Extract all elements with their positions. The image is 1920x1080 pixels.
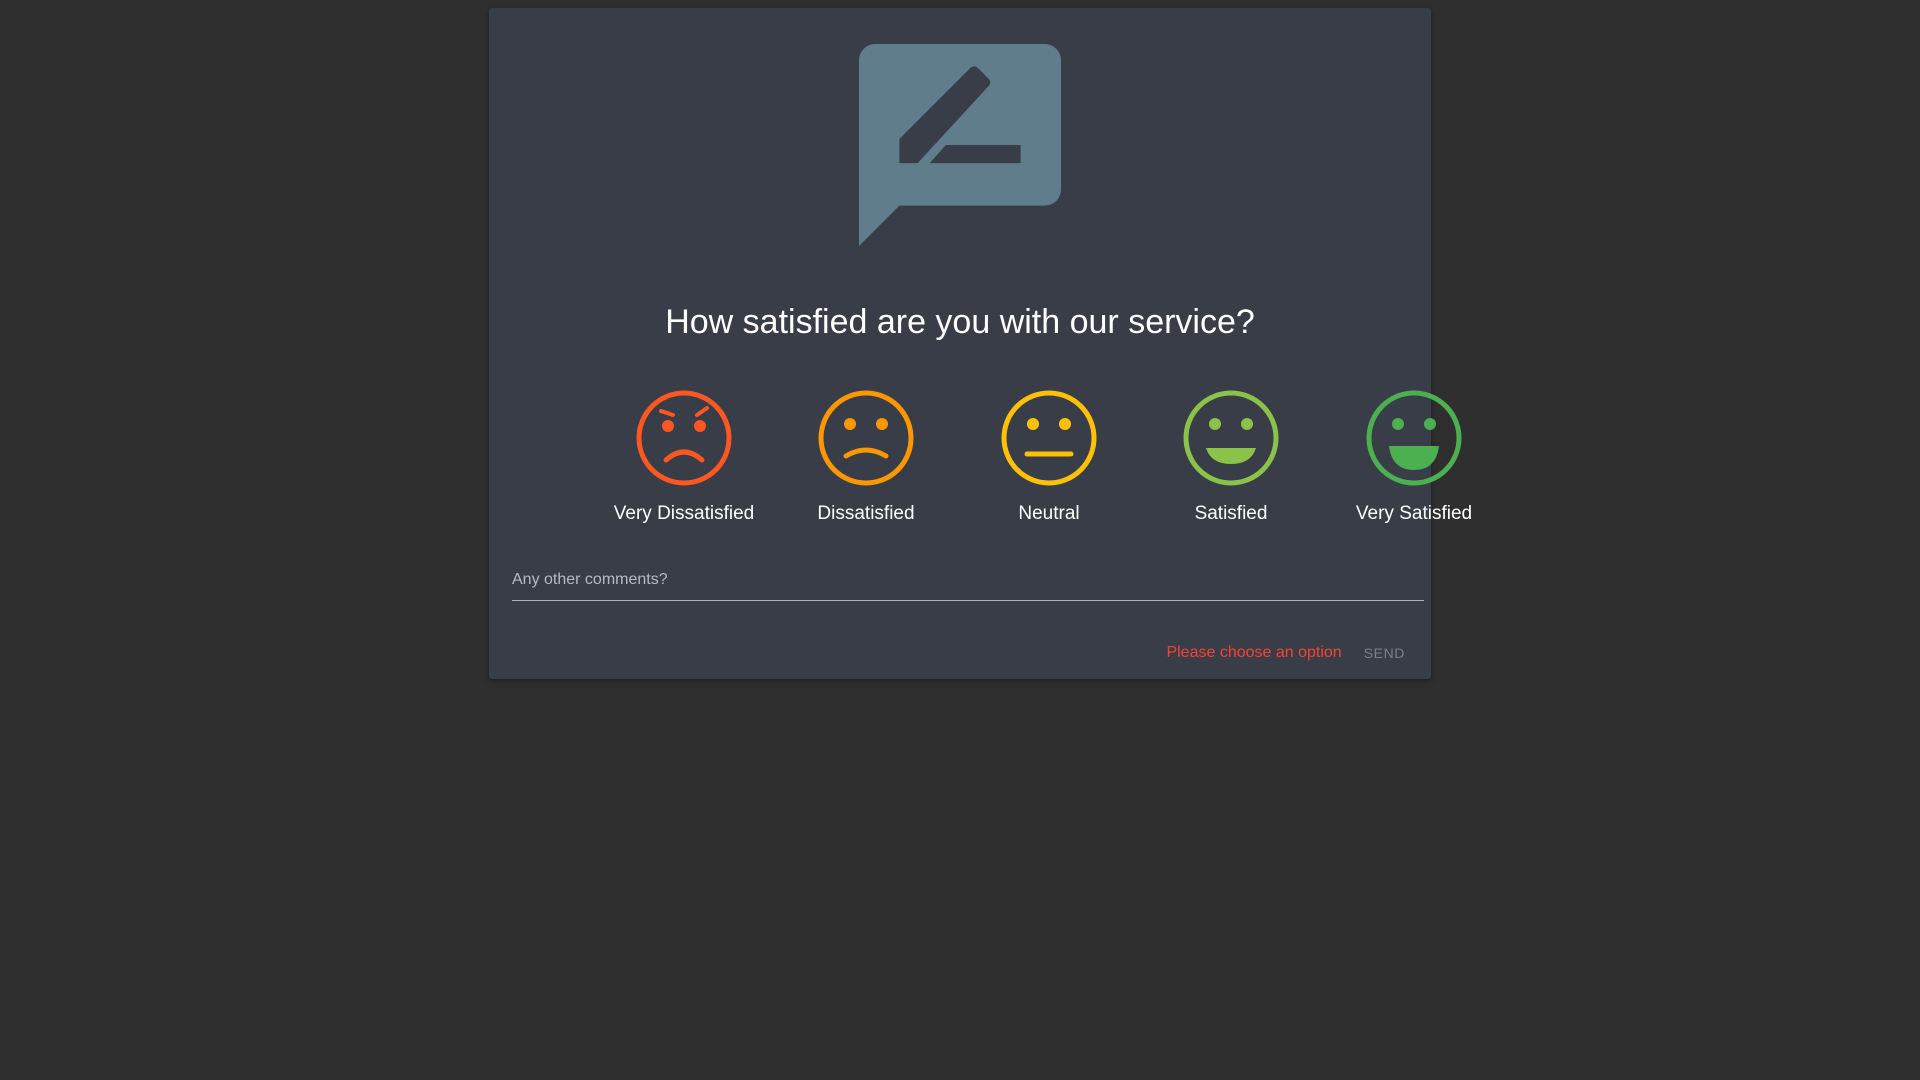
option-satisfied[interactable]: Satisfied	[1140, 380, 1322, 540]
rating-options: Very Dissatisfied Dissatisfied Neutral S…	[489, 380, 1472, 540]
option-neutral[interactable]: Neutral	[958, 380, 1140, 540]
option-label: Dissatisfied	[817, 503, 915, 524]
very-satisfied-face-icon	[1366, 390, 1462, 486]
satisfied-face-icon	[1183, 390, 1279, 486]
neutral-face-icon	[1001, 390, 1097, 486]
feedback-dialog: How satisfied are you with our service? …	[489, 8, 1472, 679]
dialog-footer: Please choose an option SEND	[1166, 638, 1409, 668]
comments-field[interactable]	[512, 562, 1424, 601]
option-dissatisfied[interactable]: Dissatisfied	[775, 380, 957, 540]
option-label: Neutral	[1018, 503, 1080, 524]
comments-input[interactable]	[512, 562, 1424, 598]
option-label: Very Dissatisfied	[613, 503, 755, 524]
validation-error: Please choose an option	[1166, 644, 1342, 661]
dissatisfied-face-icon	[818, 390, 914, 486]
feedback-pencil-icon	[859, 44, 1061, 246]
option-very-satisfied[interactable]: Very Satisfied	[1323, 380, 1505, 540]
option-very-dissatisfied[interactable]: Very Dissatisfied	[593, 380, 775, 540]
very-dissatisfied-face-icon	[636, 390, 732, 486]
option-label: Very Satisfied	[1355, 503, 1473, 524]
option-label: Satisfied	[1194, 503, 1268, 524]
send-button[interactable]: SEND	[1360, 639, 1409, 667]
survey-question: How satisfied are you with our service?	[665, 303, 1255, 341]
